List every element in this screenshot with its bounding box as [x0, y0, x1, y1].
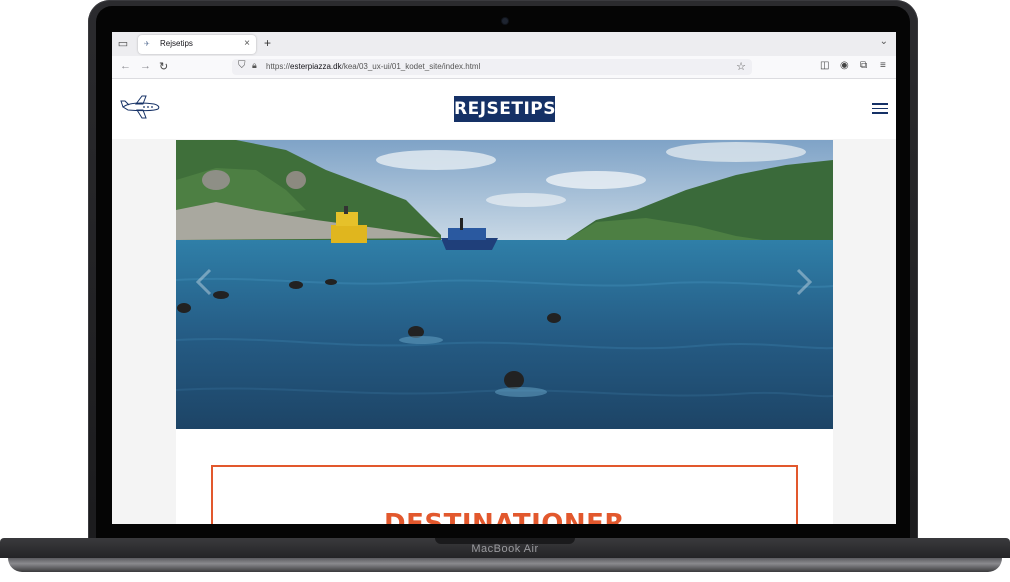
carousel-prev-icon[interactable]: [196, 268, 212, 296]
site-header: REJSETIPS: [112, 79, 896, 139]
close-tab-icon[interactable]: ×: [244, 38, 250, 49]
account-icon[interactable]: ◉: [840, 60, 849, 71]
url-bar[interactable]: ⛉ 🔒︎ https://esterpiazza.dk/kea/03_ux-ui…: [232, 59, 752, 75]
device-brand-label: MacBook Air: [471, 543, 539, 555]
hero-image: [176, 140, 833, 429]
tab-list-icon[interactable]: ▭: [116, 37, 130, 51]
browser-window: ▭ ✈ Rejsetips × + ⌄ ← → ↻ ⛉ 🔒︎ https://e…: [112, 32, 896, 524]
tab-rejsetips[interactable]: ✈ Rejsetips ×: [138, 35, 256, 54]
tab-bar: ▭ ✈ Rejsetips × + ⌄: [112, 32, 896, 56]
back-icon[interactable]: ←: [120, 60, 131, 72]
section-title: DESTINATIONER: [384, 509, 625, 524]
destinations-section: DESTINATIONER: [211, 465, 798, 524]
url-text: https://esterpiazza.dk/kea/03_ux-ui/01_k…: [266, 62, 481, 71]
tab-title: Rejsetips: [160, 39, 193, 48]
carousel-next-icon[interactable]: [796, 268, 812, 296]
new-tab-button[interactable]: +: [264, 36, 271, 50]
navigation-toolbar: ← → ↻ ⛉ 🔒︎ https://esterpiazza.dk/kea/03…: [112, 56, 896, 79]
site-favicon-icon: ✈: [144, 41, 150, 48]
web-page: REJSETIPS DESTINATIONER: [112, 79, 896, 524]
airplane-icon[interactable]: [120, 93, 162, 121]
bookmark-star-icon[interactable]: ☆: [736, 60, 746, 73]
main-content: DESTINATIONER: [176, 429, 833, 524]
hamburger-menu-icon[interactable]: [872, 103, 888, 115]
tracking-shield-icon[interactable]: ⛉: [238, 60, 246, 71]
site-logo[interactable]: REJSETIPS: [454, 96, 556, 122]
forward-icon[interactable]: →: [140, 60, 151, 72]
pocket-icon[interactable]: ◫: [820, 60, 829, 71]
camera-icon: [502, 18, 508, 24]
extensions-icon[interactable]: ⧉: [860, 60, 867, 71]
chevron-down-icon[interactable]: ⌄: [880, 36, 888, 47]
menu-icon[interactable]: ≡: [880, 60, 886, 71]
reload-icon[interactable]: ↻: [159, 60, 168, 73]
lock-icon[interactable]: 🔒︎: [252, 60, 257, 71]
